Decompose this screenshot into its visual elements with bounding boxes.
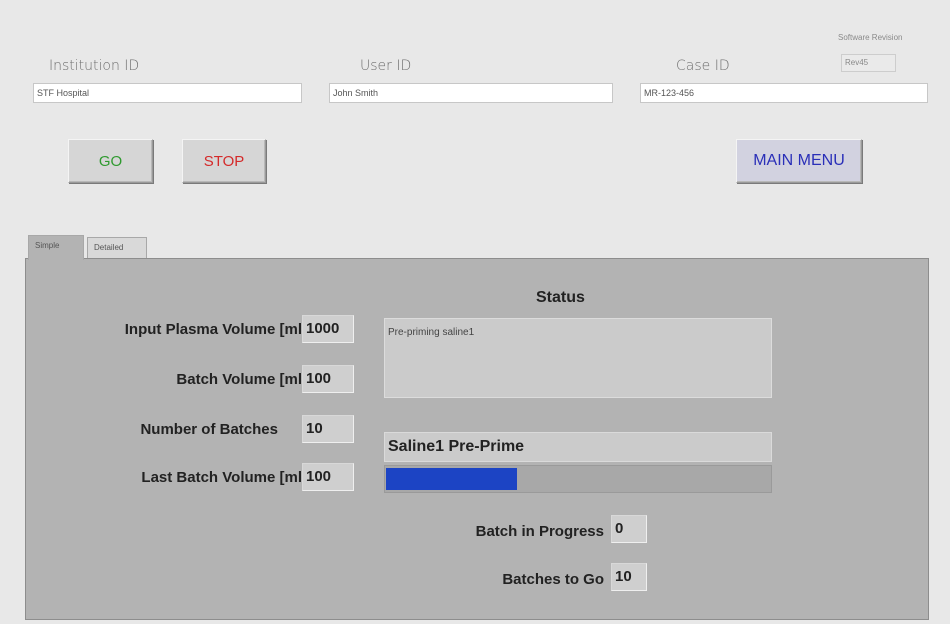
institution-id-label: Institution ID: [49, 58, 140, 74]
last-batch-volume-value[interactable]: 100: [302, 463, 354, 491]
batches-to-go-label: Batches to Go: [502, 571, 604, 588]
tab-simple[interactable]: Simple: [28, 235, 84, 260]
progress-bar-fill: [386, 468, 518, 490]
case-id-label: Case ID: [676, 58, 730, 74]
stop-button[interactable]: STOP: [182, 139, 266, 183]
simple-tab-panel: Input Plasma Volume [ml] 1000 Batch Volu…: [25, 258, 929, 620]
main-menu-button[interactable]: MAIN MENU: [736, 139, 862, 183]
batch-in-progress-value: 0: [611, 515, 647, 543]
phase-progress-bar: [384, 465, 772, 493]
tab-detailed[interactable]: Detailed: [87, 237, 147, 259]
last-batch-volume-label: Last Batch Volume [ml]: [141, 469, 307, 486]
user-id-label: User ID: [360, 58, 412, 74]
case-id-field[interactable]: MR-123-456: [640, 83, 928, 103]
number-of-batches-value[interactable]: 10: [302, 415, 354, 443]
batch-volume-value[interactable]: 100: [302, 365, 354, 393]
input-plasma-volume-value[interactable]: 1000: [302, 315, 354, 343]
institution-id-field[interactable]: STF Hospital: [33, 83, 302, 103]
phase-indicator: Saline1 Pre-Prime: [384, 432, 772, 462]
software-revision-value: Rev45: [841, 54, 896, 72]
batch-volume-label: Batch Volume [ml]: [176, 371, 307, 388]
batches-to-go-value: 10: [611, 563, 647, 591]
software-revision-label: Software Revision: [838, 33, 903, 42]
status-text-box: Pre-priming saline1: [384, 318, 772, 398]
input-plasma-volume-label: Input Plasma Volume [ml]: [124, 321, 307, 338]
number-of-batches-label: Number of Batches: [140, 421, 278, 438]
go-button[interactable]: GO: [68, 139, 153, 183]
status-title: Status: [536, 289, 585, 306]
batch-in-progress-label: Batch in Progress: [475, 523, 604, 540]
user-id-field[interactable]: John Smith: [329, 83, 613, 103]
